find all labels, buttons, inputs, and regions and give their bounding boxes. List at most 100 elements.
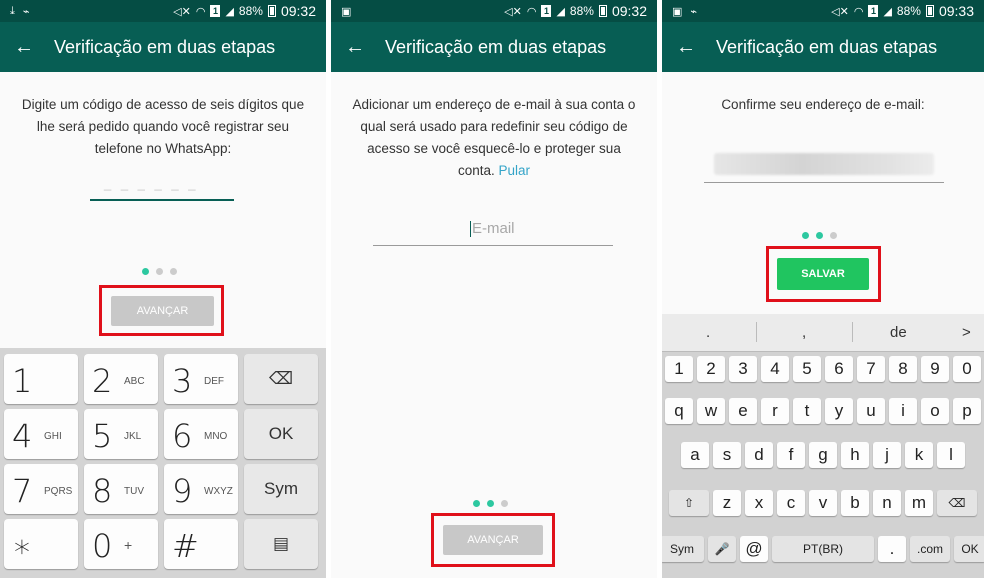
key-6[interactable]: 6 <box>825 356 853 382</box>
next-button[interactable]: AVANÇAR <box>111 296 214 326</box>
next-button[interactable]: AVANÇAR <box>443 525 543 555</box>
wifi-icon: ◠ <box>526 5 537 18</box>
key-4[interactable]: 4 GHI <box>4 409 78 459</box>
key-f[interactable]: f <box>777 442 805 468</box>
clock: 09:32 <box>280 3 316 19</box>
key-v[interactable]: v <box>809 490 837 516</box>
clock: 09:32 <box>611 3 647 19</box>
key-p[interactable]: p <box>953 398 981 424</box>
key-star[interactable]: ∗ <box>4 519 78 569</box>
sym-key[interactable]: Sym <box>662 536 704 562</box>
back-arrow-icon[interactable]: ← <box>345 36 371 59</box>
key-1[interactable]: 1 <box>4 354 78 404</box>
key-n[interactable]: n <box>873 490 901 516</box>
mic-key[interactable]: 🎤 <box>708 536 736 562</box>
instructions: Confirme seu endereço de e-mail: <box>721 97 925 112</box>
backspace-key[interactable]: ⌫ <box>937 490 977 516</box>
image-icon: ▣ <box>672 5 683 18</box>
suggestion-2[interactable]: , <box>802 324 806 341</box>
page-dot-1 <box>473 500 480 507</box>
battery-percent: 88% <box>569 4 594 18</box>
key-w[interactable]: w <box>697 398 725 424</box>
ok-key[interactable]: OK <box>954 536 984 562</box>
key-h[interactable]: h <box>841 442 869 468</box>
page-dot-2 <box>487 500 494 507</box>
email-input[interactable]: E-mail <box>470 220 515 238</box>
key-1[interactable]: 1 <box>665 356 693 382</box>
period-key[interactable]: . <box>878 536 906 562</box>
sim-icon: 1 <box>868 5 879 17</box>
key-4[interactable]: 4 <box>761 356 789 382</box>
back-arrow-icon[interactable]: ← <box>14 36 40 59</box>
key-hash[interactable]: # <box>164 519 238 569</box>
page-dot-3 <box>830 232 837 239</box>
screen-pin-entry: ⤓ ⌁ ◁✕ ◠ 1 ◢ 88% 09:32 ← Verificação em … <box>0 0 326 578</box>
key-r[interactable]: r <box>761 398 789 424</box>
key-x[interactable]: x <box>745 490 773 516</box>
key-8[interactable]: 8 <box>889 356 917 382</box>
key-c[interactable]: c <box>777 490 805 516</box>
app-bar: ← Verificação em duas etapas <box>331 22 657 72</box>
pin-input[interactable]: _ _ _ _ _ _ <box>104 176 198 191</box>
key-i[interactable]: i <box>889 398 917 424</box>
expand-suggestions-icon[interactable]: > <box>962 324 971 341</box>
key-6[interactable]: 6 MNO <box>164 409 238 459</box>
key-y[interactable]: y <box>825 398 853 424</box>
key-3[interactable]: 3 DEF <box>164 354 238 404</box>
key-g[interactable]: g <box>809 442 837 468</box>
save-button[interactable]: SALVAR <box>777 258 869 290</box>
usb-icon: ⌁ <box>690 5 698 18</box>
key-m[interactable]: m <box>905 490 933 516</box>
shift-key[interactable]: ⇧ <box>669 490 709 516</box>
ok-key[interactable]: OK <box>244 409 318 459</box>
key-e[interactable]: e <box>729 398 757 424</box>
key-5[interactable]: 5 <box>793 356 821 382</box>
clipboard-key[interactable]: ▤ <box>244 519 318 569</box>
key-d[interactable]: d <box>745 442 773 468</box>
key-s[interactable]: s <box>713 442 741 468</box>
skip-link[interactable]: Pular <box>499 163 531 178</box>
key-u[interactable]: u <box>857 398 885 424</box>
at-key[interactable]: @ <box>740 536 768 562</box>
key-0[interactable]: 0 <box>953 356 981 382</box>
key-7[interactable]: 7 PQRS <box>4 464 78 514</box>
clock: 09:33 <box>938 3 974 19</box>
dotcom-key[interactable]: .com <box>910 536 950 562</box>
key-3[interactable]: 3 <box>729 356 757 382</box>
email-underline <box>373 245 613 246</box>
key-l[interactable]: l <box>937 442 965 468</box>
key-2[interactable]: 2 ABC <box>84 354 158 404</box>
email-value-blurred[interactable] <box>714 153 934 175</box>
key-a[interactable]: a <box>681 442 709 468</box>
suggestion-3[interactable]: de <box>890 324 907 341</box>
mute-icon: ◁✕ <box>504 5 522 18</box>
key-5[interactable]: 5 JKL <box>84 409 158 459</box>
key-o[interactable]: o <box>921 398 949 424</box>
screen-email-entry: ▣ ◁✕ ◠ 1 ◢ 88% 09:32 ← Verificação em du… <box>331 0 657 578</box>
backspace-key[interactable]: ⌫ <box>244 354 318 404</box>
key-b[interactable]: b <box>841 490 869 516</box>
key-t[interactable]: t <box>793 398 821 424</box>
key-2[interactable]: 2 <box>697 356 725 382</box>
key-8[interactable]: 8 TUV <box>84 464 158 514</box>
key-k[interactable]: k <box>905 442 933 468</box>
wifi-icon: ◠ <box>195 5 206 18</box>
pin-underline <box>90 199 234 201</box>
key-9[interactable]: 9 WXYZ <box>164 464 238 514</box>
page-title: Verificação em duas etapas <box>716 36 938 57</box>
sim-icon: 1 <box>210 5 221 17</box>
sym-key[interactable]: Sym <box>244 464 318 514</box>
key-z[interactable]: z <box>713 490 741 516</box>
space-key[interactable]: PT(BR) <box>772 536 874 562</box>
suggestion-1[interactable]: . <box>706 324 710 341</box>
backspace-icon: ⌫ <box>268 369 294 388</box>
back-arrow-icon[interactable]: ← <box>676 36 702 59</box>
key-7[interactable]: 7 <box>857 356 885 382</box>
key-9[interactable]: 9 <box>921 356 949 382</box>
signal-icon: ◢ <box>883 5 892 18</box>
key-0[interactable]: 0 + <box>84 519 158 569</box>
key-j[interactable]: j <box>873 442 901 468</box>
battery-icon <box>925 5 934 17</box>
page-dot-3 <box>501 500 508 507</box>
key-q[interactable]: q <box>665 398 693 424</box>
